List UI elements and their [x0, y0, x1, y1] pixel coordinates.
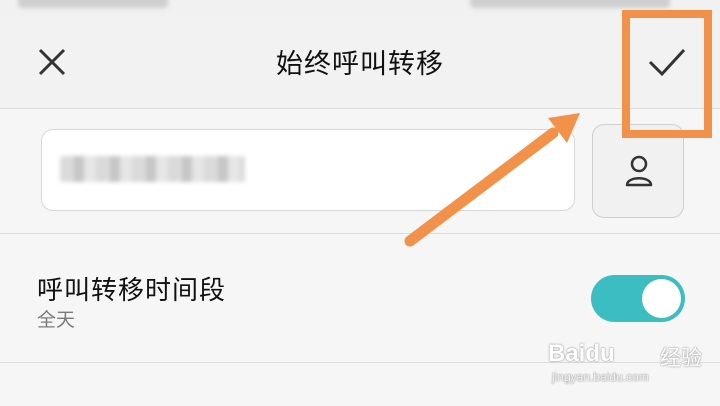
forward-period-value: 全天: [37, 309, 76, 331]
watermark-brand: Baidu: [548, 340, 615, 367]
page-title: 始终呼叫转移: [276, 49, 444, 80]
forward-period-label: 呼叫转移时间段: [37, 276, 227, 306]
masked-phone-number: [60, 156, 245, 182]
contacts-button[interactable]: [592, 124, 684, 218]
watermark: Baidu 经验 jingyan.baidu.com: [548, 340, 708, 390]
toggle-knob: [642, 279, 681, 318]
forward-period-toggle[interactable]: [591, 275, 685, 322]
check-icon: [648, 48, 686, 77]
section-divider: [0, 233, 720, 234]
person-icon: [625, 155, 653, 187]
confirm-button[interactable]: [640, 40, 694, 84]
watermark-cn: 经验: [660, 346, 702, 370]
top-app-bar: 始终呼叫转移: [0, 16, 720, 109]
watermark-url: jingyan.baidu.com: [552, 370, 649, 384]
status-bar: [0, 0, 720, 16]
